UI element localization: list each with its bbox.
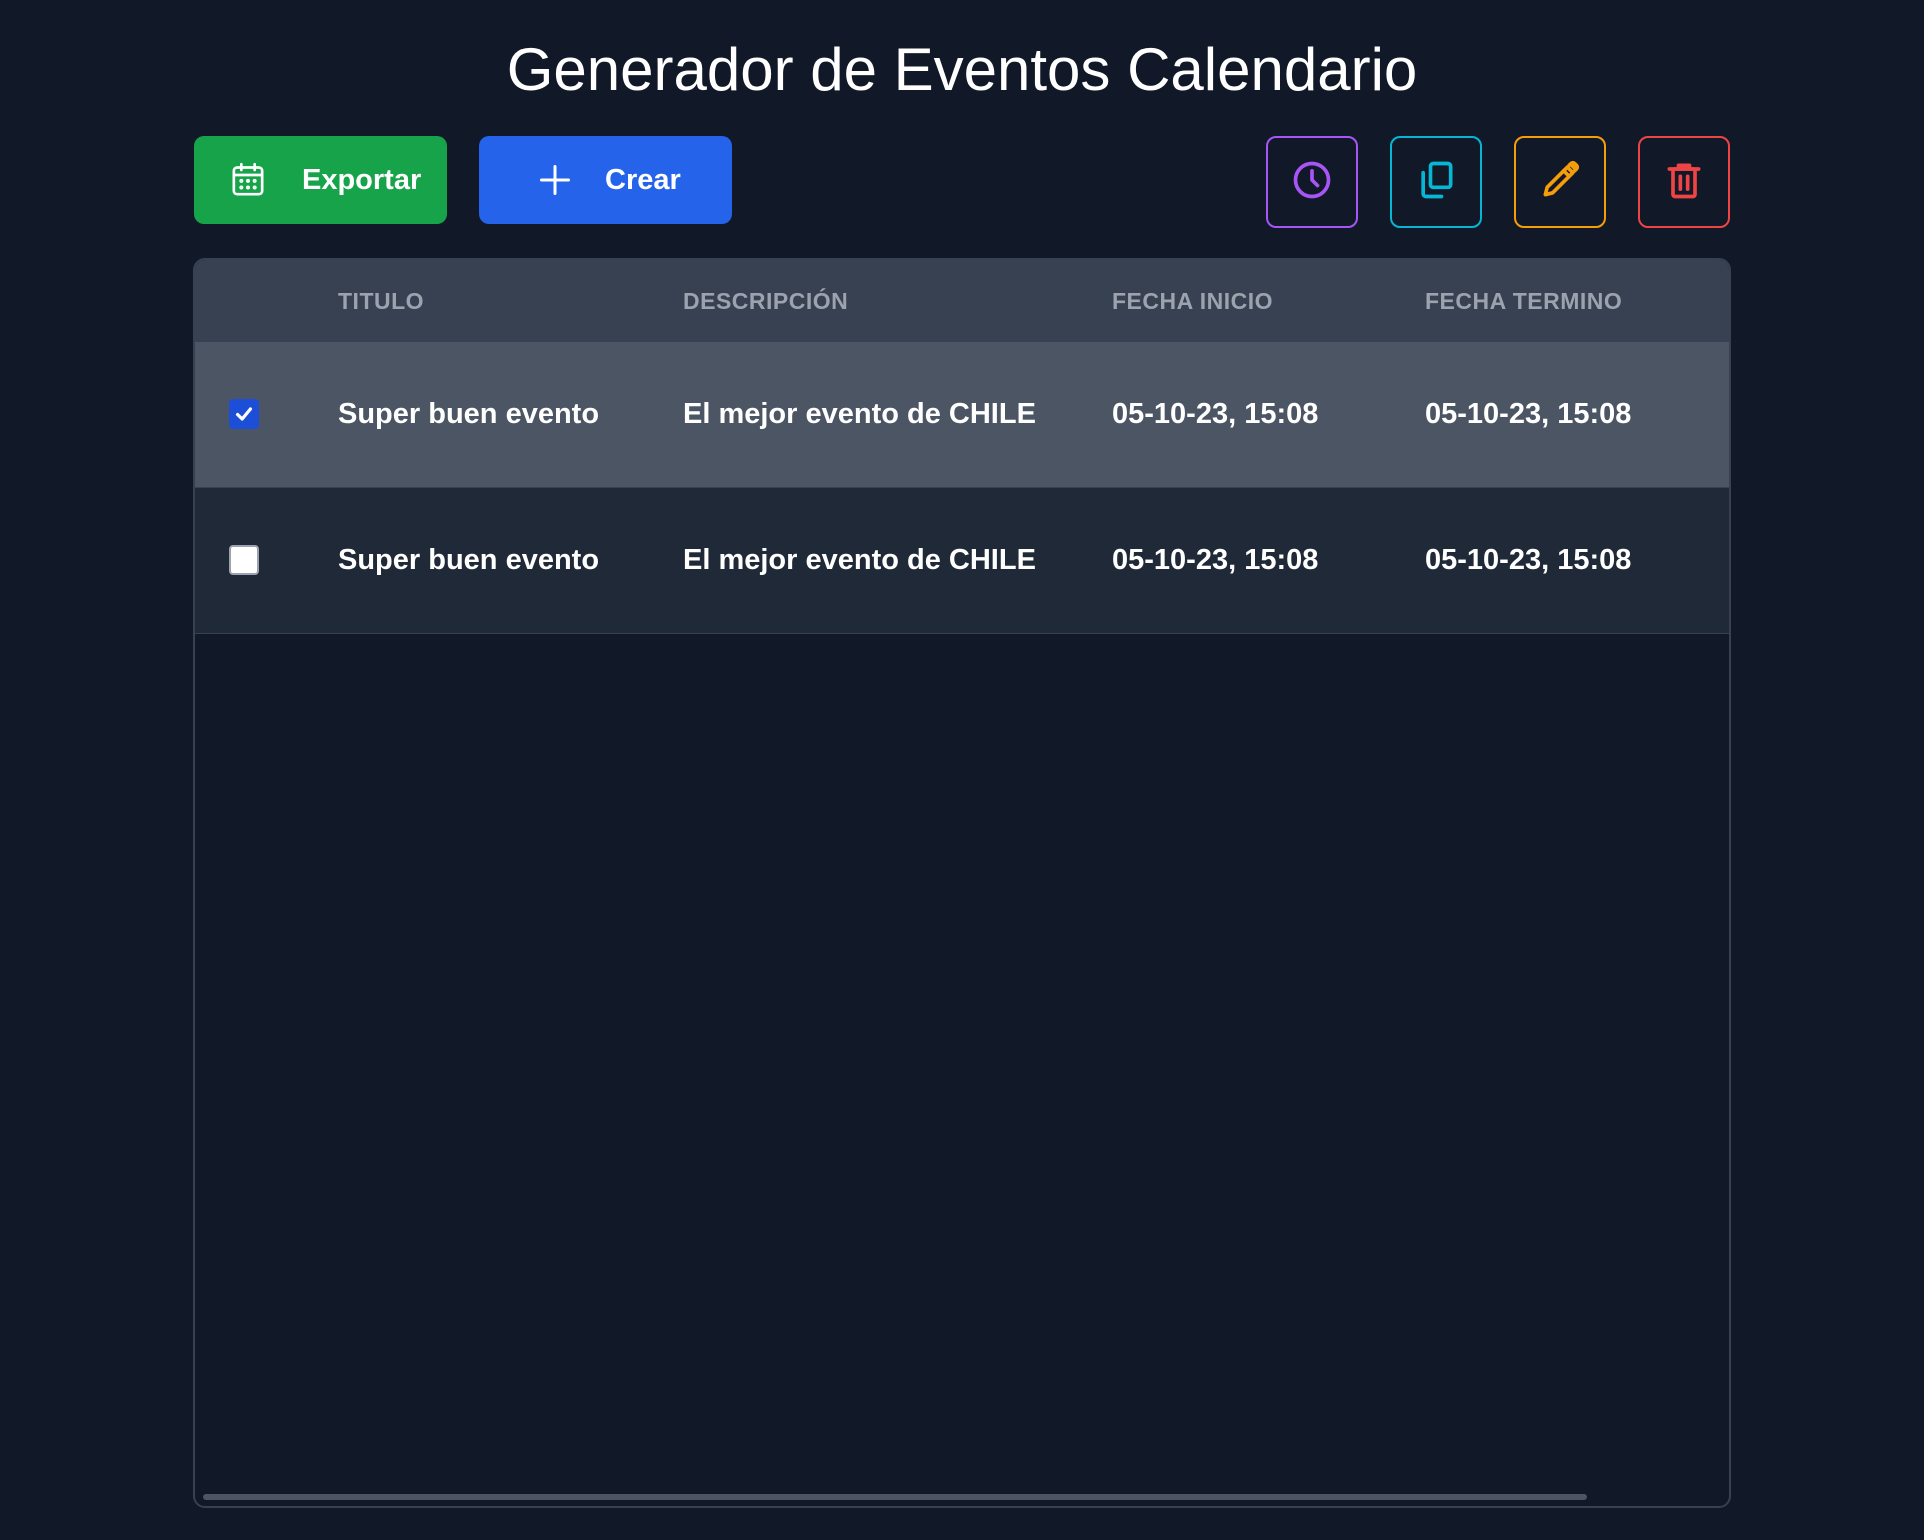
create-button-label: Crear bbox=[605, 163, 681, 196]
column-header-descripcion: DESCRIPCIÓN bbox=[683, 288, 849, 314]
page-title: Generador de Eventos Calendario bbox=[506, 36, 1418, 103]
export-button-label: Exportar bbox=[302, 163, 422, 196]
column-header-titulo: TITULO bbox=[338, 288, 425, 314]
cell-fecha-termino: 05-10-23, 15:08 bbox=[1425, 398, 1632, 430]
cell-descripcion: El mejor evento de CHILE bbox=[683, 544, 1036, 576]
row-checkbox[interactable] bbox=[229, 545, 259, 575]
page: Generador de Eventos Calendario Exportar bbox=[0, 0, 1924, 1540]
cell-fecha-inicio: 05-10-23, 15:08 bbox=[1112, 398, 1319, 430]
column-header-fecha-termino: FECHA TERMINO bbox=[1425, 288, 1623, 314]
events-table: TITULO DESCRIPCIÓN FECHA INICIO FECHA TE… bbox=[193, 258, 1731, 1508]
delete-button[interactable] bbox=[1638, 136, 1730, 228]
edit-button[interactable] bbox=[1514, 136, 1606, 228]
cell-descripcion: El mejor evento de CHILE bbox=[683, 398, 1036, 430]
copy-icon bbox=[1414, 158, 1458, 207]
trash-icon bbox=[1662, 158, 1706, 207]
horizontal-scrollbar[interactable] bbox=[203, 1494, 1587, 1500]
calendar-icon bbox=[228, 160, 268, 200]
row-checkbox[interactable] bbox=[229, 399, 259, 429]
create-button[interactable]: Crear bbox=[479, 136, 732, 224]
table-row[interactable]: Super buen evento El mejor evento de CHI… bbox=[195, 488, 1729, 634]
plus-icon bbox=[535, 160, 575, 200]
check-icon bbox=[235, 407, 253, 421]
cell-fecha-termino: 05-10-23, 15:08 bbox=[1425, 544, 1632, 576]
cell-fecha-inicio: 05-10-23, 15:08 bbox=[1112, 544, 1319, 576]
table-row[interactable]: Super buen evento El mejor evento de CHI… bbox=[195, 342, 1729, 488]
pencil-icon bbox=[1538, 158, 1582, 207]
export-button[interactable]: Exportar bbox=[194, 136, 447, 224]
table-header: TITULO DESCRIPCIÓN FECHA INICIO FECHA TE… bbox=[195, 260, 1729, 342]
copy-button[interactable] bbox=[1390, 136, 1482, 228]
history-button[interactable] bbox=[1266, 136, 1358, 228]
cell-titulo: Super buen evento bbox=[338, 544, 600, 576]
column-header-fecha-inicio: FECHA INICIO bbox=[1112, 288, 1274, 314]
cell-titulo: Super buen evento bbox=[338, 398, 600, 430]
clock-icon bbox=[1290, 158, 1334, 207]
